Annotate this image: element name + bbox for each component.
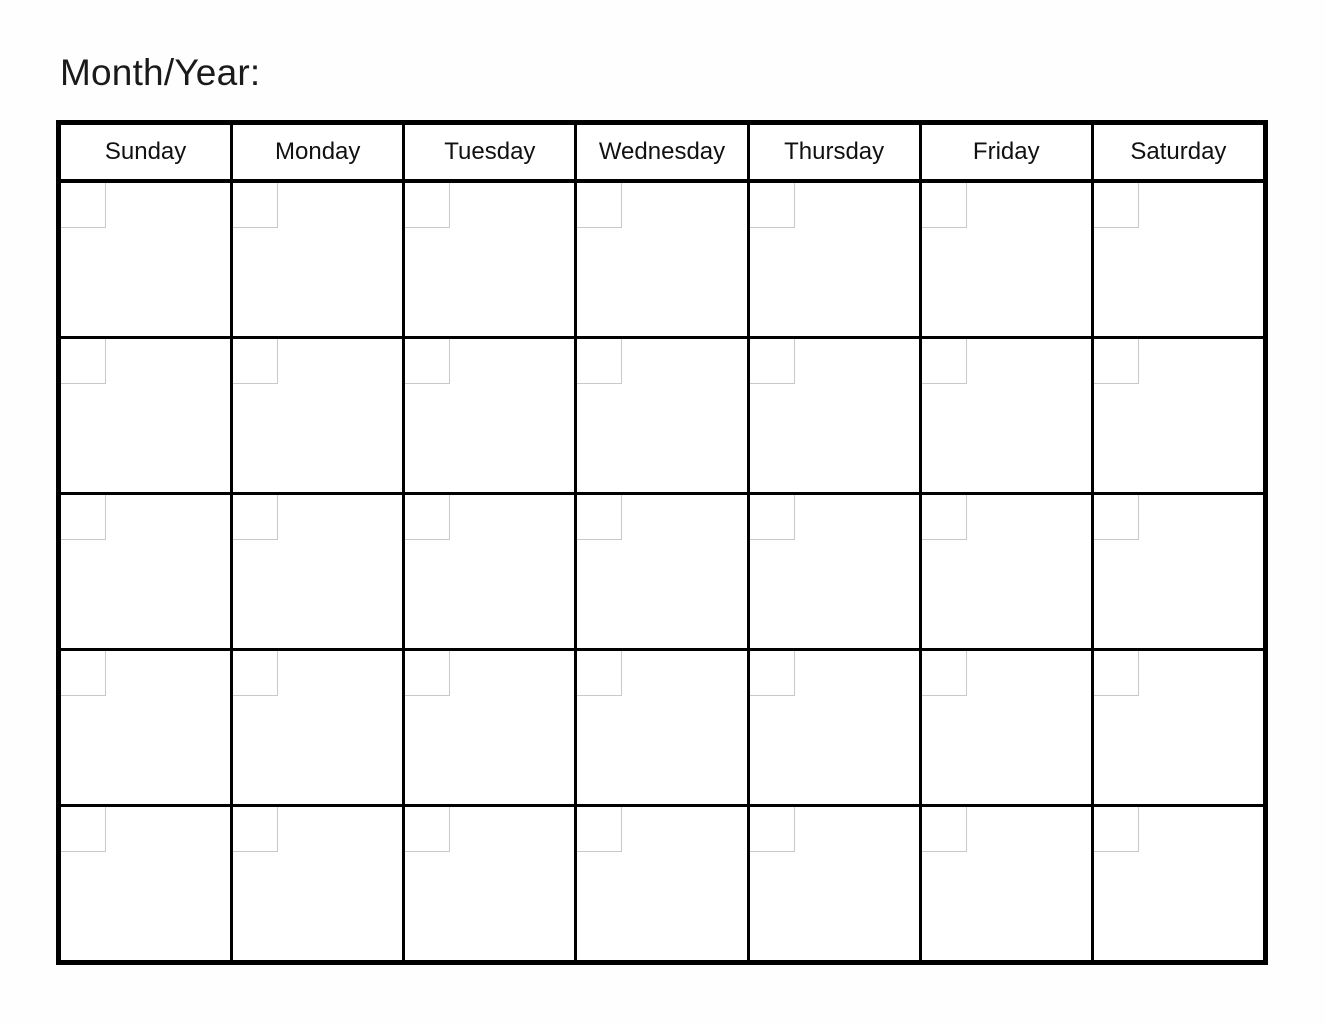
calendar-day-cell[interactable]	[233, 651, 406, 804]
calendar-day-cell[interactable]	[1093, 495, 1263, 648]
date-number-box[interactable]	[577, 183, 623, 228]
calendar-template-page: Month/Year: Sunday Monday Tuesday Wednes…	[0, 0, 1325, 1024]
date-number-box[interactable]	[577, 807, 623, 852]
calendar-day-cell[interactable]	[405, 183, 578, 336]
day-header-thursday: Thursday	[749, 125, 922, 179]
date-number-box[interactable]	[61, 339, 106, 384]
day-header-label: Friday	[972, 138, 1040, 165]
date-number-box[interactable]	[921, 183, 967, 228]
date-number-box[interactable]	[405, 807, 451, 852]
date-number-box[interactable]	[61, 651, 106, 696]
calendar-header-row: Sunday Monday Tuesday Wednesday Thursday…	[61, 125, 1263, 183]
calendar-day-cell[interactable]	[577, 495, 750, 648]
date-number-box[interactable]	[749, 651, 795, 696]
calendar-day-cell[interactable]	[405, 339, 578, 492]
calendar-day-cell[interactable]	[1093, 183, 1263, 336]
date-number-box[interactable]	[749, 807, 795, 852]
calendar-day-cell[interactable]	[749, 807, 922, 960]
day-header-label: Wednesday	[598, 138, 726, 165]
date-number-box[interactable]	[233, 495, 279, 540]
day-header-sunday: Sunday	[61, 125, 234, 179]
date-number-box[interactable]	[405, 339, 451, 384]
date-number-box[interactable]	[233, 651, 279, 696]
calendar-body	[61, 183, 1263, 960]
calendar-week-row	[61, 183, 1263, 339]
calendar-day-cell[interactable]	[749, 495, 922, 648]
day-header-label: Tuesday	[444, 138, 536, 165]
calendar-day-cell[interactable]	[577, 807, 750, 960]
calendar-day-cell[interactable]	[749, 339, 922, 492]
day-header-label: Saturday	[1130, 138, 1227, 165]
calendar-day-cell[interactable]	[61, 651, 234, 804]
date-number-box[interactable]	[1093, 495, 1139, 540]
date-number-box[interactable]	[921, 339, 967, 384]
date-number-box[interactable]	[749, 495, 795, 540]
date-number-box[interactable]	[577, 651, 623, 696]
calendar-week-row	[61, 651, 1263, 807]
calendar-day-cell[interactable]	[233, 183, 406, 336]
calendar-day-cell[interactable]	[233, 807, 406, 960]
day-header-monday: Monday	[233, 125, 406, 179]
day-header-saturday: Saturday	[1093, 125, 1263, 179]
calendar-day-cell[interactable]	[921, 495, 1094, 648]
date-number-box[interactable]	[1093, 651, 1139, 696]
calendar-day-cell[interactable]	[233, 339, 406, 492]
day-header-wednesday: Wednesday	[577, 125, 750, 179]
calendar-day-cell[interactable]	[749, 183, 922, 336]
calendar-day-cell[interactable]	[577, 339, 750, 492]
date-number-box[interactable]	[61, 495, 106, 540]
day-header-friday: Friday	[921, 125, 1094, 179]
calendar-week-row	[61, 807, 1263, 960]
calendar-day-cell[interactable]	[577, 651, 750, 804]
day-header-label: Sunday	[104, 138, 187, 165]
date-number-box[interactable]	[921, 651, 967, 696]
calendar-day-cell[interactable]	[1093, 651, 1263, 804]
date-number-box[interactable]	[233, 183, 279, 228]
calendar-grid: Sunday Monday Tuesday Wednesday Thursday…	[56, 120, 1268, 965]
date-number-box[interactable]	[921, 807, 967, 852]
calendar-day-cell[interactable]	[405, 807, 578, 960]
date-number-box[interactable]	[61, 807, 106, 852]
calendar-week-row	[61, 495, 1263, 651]
day-header-label: Thursday	[784, 138, 885, 165]
date-number-box[interactable]	[233, 807, 279, 852]
day-header-tuesday: Tuesday	[405, 125, 578, 179]
date-number-box[interactable]	[405, 183, 451, 228]
date-number-box[interactable]	[1093, 339, 1139, 384]
calendar-day-cell[interactable]	[233, 495, 406, 648]
calendar-day-cell[interactable]	[1093, 339, 1263, 492]
date-number-box[interactable]	[749, 339, 795, 384]
calendar-day-cell[interactable]	[577, 183, 750, 336]
calendar-week-row	[61, 339, 1263, 495]
calendar-day-cell[interactable]	[921, 807, 1094, 960]
calendar-day-cell[interactable]	[61, 183, 234, 336]
calendar-day-cell[interactable]	[61, 495, 234, 648]
calendar-day-cell[interactable]	[405, 495, 578, 648]
date-number-box[interactable]	[405, 651, 451, 696]
calendar-day-cell[interactable]	[749, 651, 922, 804]
date-number-box[interactable]	[1093, 183, 1139, 228]
date-number-box[interactable]	[1093, 807, 1139, 852]
calendar-day-cell[interactable]	[61, 807, 234, 960]
date-number-box[interactable]	[61, 183, 106, 228]
date-number-box[interactable]	[577, 495, 623, 540]
calendar-day-cell[interactable]	[61, 339, 234, 492]
date-number-box[interactable]	[577, 339, 623, 384]
calendar-day-cell[interactable]	[921, 651, 1094, 804]
date-number-box[interactable]	[921, 495, 967, 540]
date-number-box[interactable]	[405, 495, 451, 540]
date-number-box[interactable]	[749, 183, 795, 228]
calendar-day-cell[interactable]	[1093, 807, 1263, 960]
page-title: Month/Year:	[60, 52, 261, 93]
calendar-day-cell[interactable]	[921, 339, 1094, 492]
calendar-day-cell[interactable]	[405, 651, 578, 804]
calendar-day-cell[interactable]	[921, 183, 1094, 336]
day-header-label: Monday	[275, 138, 361, 165]
date-number-box[interactable]	[233, 339, 279, 384]
